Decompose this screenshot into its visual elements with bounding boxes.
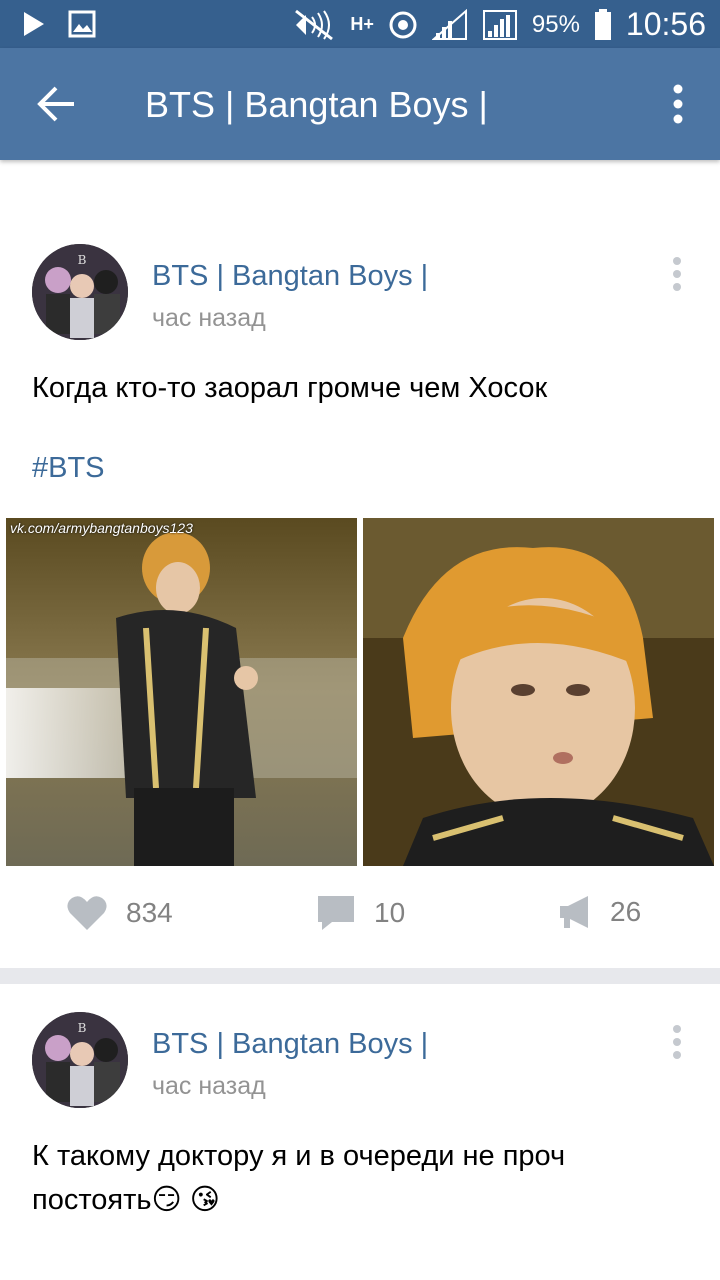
- comments-count: 10: [374, 897, 406, 928]
- post-photo[interactable]: [363, 518, 714, 866]
- megaphone-icon: [560, 896, 588, 928]
- reposts-count: 26: [610, 896, 642, 927]
- signal-icon: [431, 8, 467, 40]
- post-text: К такому доктору я и в очереди не проч п…: [32, 1140, 566, 1216]
- post-author[interactable]: BTS | Bangtan Boys |: [152, 1028, 428, 1061]
- page-title: BTS | Bangtan Boys |: [145, 84, 488, 125]
- photo-watermark: vk.com/armybangtanboys123: [10, 520, 193, 536]
- repost-button[interactable]: 26: [558, 894, 641, 930]
- post-time: час назад: [152, 1072, 266, 1100]
- heart-icon: [67, 896, 107, 930]
- svg-text:B: B: [78, 1021, 87, 1035]
- status-bar: H+ 95% 10:56: [0, 0, 720, 48]
- mute-icon: [295, 9, 334, 40]
- news-feed[interactable]: B BTS | Bangtan Boys | час назад Когда к…: [0, 160, 720, 1280]
- more-vert-icon[interactable]: [672, 84, 684, 124]
- play-icon: [24, 12, 44, 36]
- avatar[interactable]: B: [32, 244, 128, 340]
- post-author[interactable]: BTS | Bangtan Boys |: [152, 260, 428, 293]
- battery-percent: 95%: [531, 10, 580, 38]
- image-icon: [68, 10, 96, 38]
- post-card: B BTS | Bangtan Boys | час назад К таком…: [0, 984, 720, 1280]
- app-bar: BTS | Bangtan Boys |: [0, 48, 720, 160]
- post-actions: 834 10 26: [0, 894, 720, 954]
- sync-icon: [389, 11, 417, 38]
- battery-icon: [594, 8, 611, 40]
- likes-count: 834: [126, 897, 173, 928]
- back-arrow-icon[interactable]: [36, 84, 76, 124]
- network-type: H+: [350, 14, 374, 34]
- post-time: час назад: [152, 304, 266, 332]
- more-vert-icon[interactable]: [672, 1024, 682, 1060]
- post-photo[interactable]: vk.com/armybangtanboys123: [6, 518, 357, 866]
- clock: 10:56: [625, 6, 706, 42]
- avatar[interactable]: B: [32, 1012, 128, 1108]
- post-text: Когда кто-то заорал громче чем Хосок: [32, 372, 548, 404]
- comment-icon: [318, 896, 354, 930]
- more-vert-icon[interactable]: [672, 256, 682, 292]
- post-card: B BTS | Bangtan Boys | час назад Когда к…: [0, 216, 720, 968]
- post-hashtag[interactable]: #BTS: [32, 452, 105, 485]
- svg-text:B: B: [78, 253, 87, 267]
- comment-button[interactable]: 10: [316, 894, 405, 932]
- post-photos[interactable]: vk.com/armybangtanboys123: [6, 518, 714, 866]
- like-button[interactable]: 834: [66, 894, 173, 932]
- signal-icon: [482, 9, 517, 40]
